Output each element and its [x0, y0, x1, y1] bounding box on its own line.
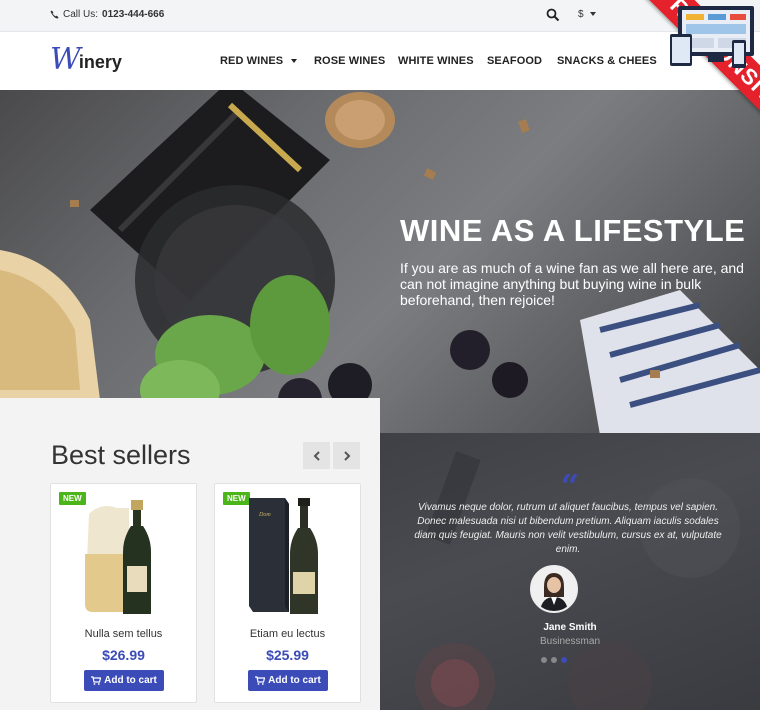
logo-mark: W — [50, 42, 81, 77]
product-card[interactable]: NEW Dom Etiam eu lectus $25.99 Add to ca… — [214, 483, 361, 703]
cart-label: Add to cart — [104, 675, 157, 686]
testimonial-section: “ Vivamus neque dolor, rutrum ut aliquet… — [380, 433, 760, 710]
product-name[interactable]: Etiam eu lectus — [215, 628, 360, 640]
next-button[interactable] — [333, 442, 360, 469]
product-image[interactable] — [71, 494, 178, 619]
product-price: $25.99 — [266, 647, 309, 663]
nav-item-white-wines[interactable]: WHITE WINES — [398, 55, 474, 67]
nav-label: RED WINES — [220, 55, 284, 67]
person-icon — [532, 567, 576, 611]
cart-icon — [91, 676, 102, 685]
hero-title: WINE AS A LIFESTYLE — [400, 213, 746, 248]
currency-selector[interactable]: $ — [578, 9, 597, 20]
svg-text:Dom: Dom — [258, 512, 271, 518]
product-image[interactable]: Dom — [235, 494, 342, 619]
chevron-down-icon — [291, 59, 298, 64]
hero-subtitle: If you are as much of a wine fan as we a… — [400, 260, 744, 308]
phone-icon — [50, 10, 59, 19]
quote-icon: “ — [560, 467, 580, 505]
chevron-right-icon — [343, 450, 350, 461]
avatar — [530, 565, 578, 613]
product-card[interactable]: NEW Nulla sem tellus $26.99 Add to cart — [50, 483, 197, 703]
search-icon[interactable] — [546, 8, 560, 22]
carousel-dots — [541, 657, 567, 663]
cart-label: Add to cart — [268, 675, 321, 686]
testimonial-author: Jane Smith — [543, 622, 597, 633]
add-to-cart-button[interactable]: Add to cart — [84, 670, 164, 691]
call-us: Call Us: 0123-444-666 — [50, 9, 164, 20]
testimonial-text: Vivamus neque dolor, rutrum ut aliquet f… — [414, 502, 722, 555]
section-title: Best sellers — [51, 440, 191, 470]
carousel-dot-active[interactable] — [561, 657, 567, 663]
product-price: $26.99 — [102, 647, 145, 663]
currency-label: $ — [578, 9, 584, 20]
nav-item-seafood[interactable]: SEAFOOD — [487, 55, 542, 67]
devices-icon — [670, 6, 754, 68]
nav-item-rose-wines[interactable]: ROSE WINES — [314, 55, 385, 67]
testimonial-role: Businessman — [539, 636, 601, 647]
prev-button[interactable] — [303, 442, 330, 469]
page: Call Us: 0123-444-666 $ W inery RED WINE… — [0, 0, 760, 710]
add-to-cart-button[interactable]: Add to cart — [248, 670, 328, 691]
chevron-down-icon — [590, 12, 597, 17]
logo[interactable]: W inery — [50, 42, 122, 77]
nav-item-red-wines[interactable]: RED WINES — [220, 55, 298, 67]
product-name[interactable]: Nulla sem tellus — [51, 628, 196, 640]
carousel-dot[interactable] — [541, 657, 547, 663]
chevron-left-icon — [313, 450, 320, 461]
call-prefix: Call Us: — [63, 9, 99, 20]
logo-text: inery — [78, 52, 122, 72]
cart-icon — [255, 676, 266, 685]
phone-number[interactable]: 0123-444-666 — [102, 9, 164, 20]
carousel-dot[interactable] — [551, 657, 557, 663]
best-sellers-section: Best sellers NEW Nulla sem tellus $26.99… — [0, 398, 380, 710]
